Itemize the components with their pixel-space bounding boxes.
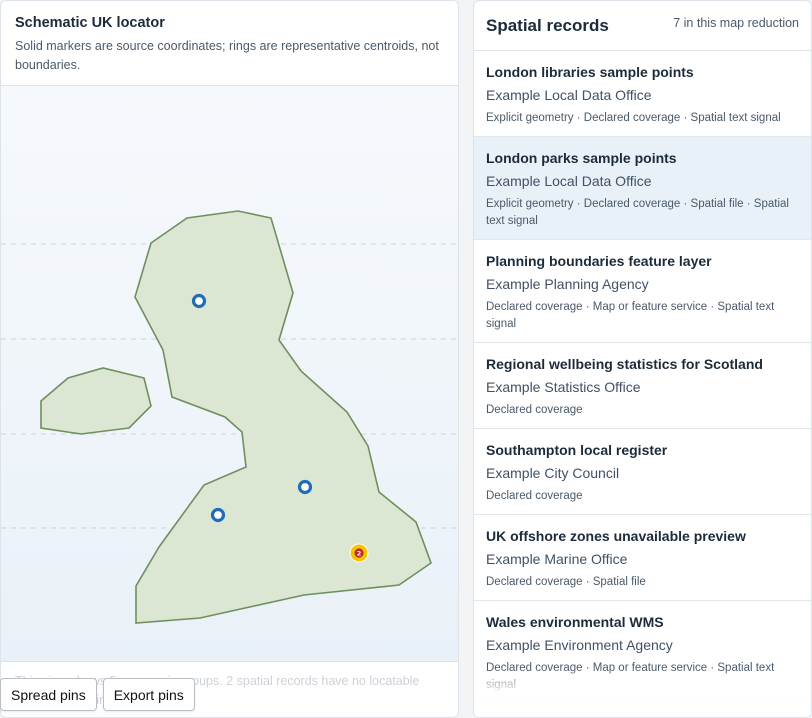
spread-pins-button[interactable]: Spread pins — [0, 678, 97, 711]
map-canvas: 2 — [1, 210, 458, 624]
record-meta: Explicit geometry · Declared coverage · … — [486, 112, 781, 124]
centroid-ring-pin[interactable] — [297, 479, 313, 495]
record-name: Wales environmental WMS — [486, 614, 664, 630]
record-org: Example City Council — [486, 465, 620, 481]
record-item[interactable]: Regional wellbeing statistics for Scotla… — [474, 343, 811, 429]
record-org: Example Statistics Office — [486, 379, 641, 395]
record-name: London libraries sample points — [486, 64, 694, 80]
source-cluster-pin[interactable]: 2 — [349, 543, 369, 563]
uk-locator-map[interactable]: 2 — [1, 86, 458, 661]
record-meta: Declared coverage · Spatial file — [486, 576, 646, 588]
record-item[interactable]: Wales environmental WMS Example Environm… — [474, 601, 811, 704]
spatial-records-panel: Spatial records 7 in this map reduction … — [473, 0, 812, 718]
map-action-bar: Spread pins Export pins — [0, 678, 195, 711]
record-item[interactable]: Planning boundaries feature layer Exampl… — [474, 240, 811, 343]
record-meta: Declared coverage — [486, 490, 583, 502]
record-name: Regional wellbeing statistics for Scotla… — [486, 356, 763, 372]
records-list: London libraries sample points Example L… — [474, 51, 811, 704]
record-item[interactable]: Southampton local register Example City … — [474, 429, 811, 515]
great-britain-shape — [134, 210, 432, 624]
map-header: Schematic UK locator Solid markers are s… — [1, 1, 458, 86]
centroid-ring-pin[interactable] — [191, 293, 207, 309]
export-pins-button[interactable]: Export pins — [102, 678, 195, 711]
records-header: Spatial records 7 in this map reduction — [474, 1, 811, 51]
record-name: UK offshore zones unavailable preview — [486, 528, 746, 544]
record-org: Example Local Data Office — [486, 173, 652, 189]
record-org: Example Planning Agency — [486, 276, 649, 292]
record-org: Example Marine Office — [486, 551, 628, 567]
records-title: Spatial records — [486, 15, 609, 35]
record-meta: Explicit geometry · Declared coverage · … — [486, 198, 789, 227]
record-item[interactable]: UK offshore zones unavailable preview Ex… — [474, 515, 811, 601]
record-item-selected[interactable]: London parks sample points Example Local… — [474, 137, 811, 240]
record-org: Example Local Data Office — [486, 87, 652, 103]
record-item[interactable]: London libraries sample points Example L… — [474, 51, 811, 137]
record-name: Southampton local register — [486, 442, 668, 458]
cluster-count: 2 — [357, 549, 362, 557]
record-org: Example Environment Agency — [486, 637, 673, 653]
record-meta: Declared coverage · Map or feature servi… — [486, 662, 775, 691]
records-count: 7 in this map reduction — [673, 15, 799, 30]
record-name: Planning boundaries feature layer — [486, 253, 712, 269]
record-name: London parks sample points — [486, 150, 677, 166]
map-panel: Schematic UK locator Solid markers are s… — [0, 0, 459, 718]
centroid-ring-pin[interactable] — [210, 507, 226, 523]
map-subtitle: Solid markers are source coordinates; ri… — [15, 39, 439, 72]
ireland-shape — [40, 367, 152, 435]
map-title: Schematic UK locator — [15, 15, 165, 31]
record-meta: Declared coverage — [486, 404, 583, 416]
record-meta: Declared coverage · Map or feature servi… — [486, 301, 775, 330]
